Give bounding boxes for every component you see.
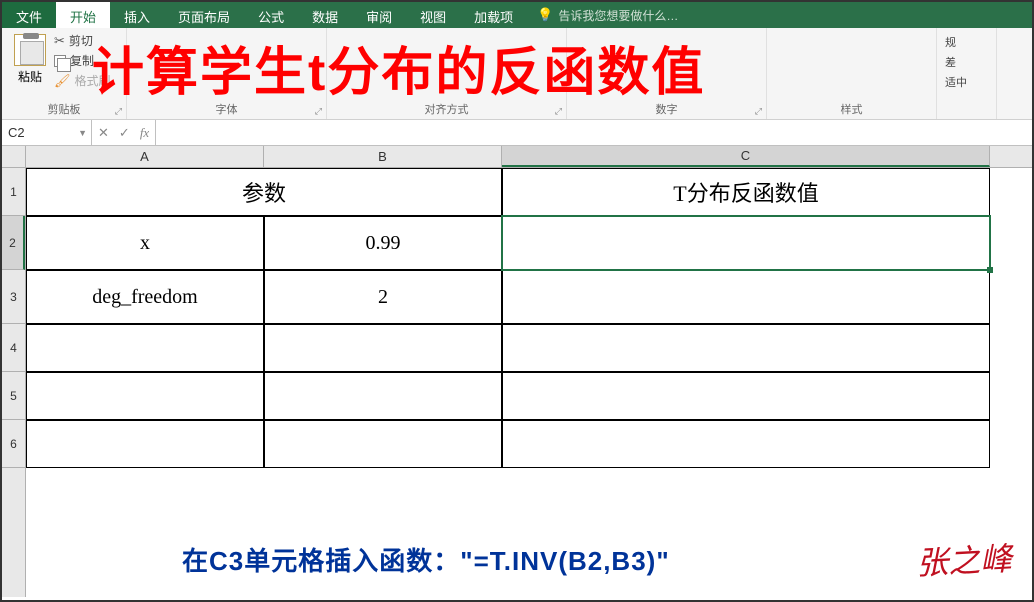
cell-A2[interactable]: x <box>26 216 264 270</box>
tab-review[interactable]: 审阅 <box>352 2 406 28</box>
copy-button[interactable]: 复制 <box>54 52 111 69</box>
tab-spacer <box>688 2 1032 28</box>
tab-view[interactable]: 视图 <box>406 2 460 28</box>
row-header-5[interactable]: 5 <box>2 372 25 420</box>
column-header-B[interactable]: B <box>264 146 502 167</box>
accept-formula-button[interactable]: ✓ <box>119 125 130 141</box>
paste-icon <box>14 34 46 66</box>
ribbon-group-clipboard: 粘贴 ✂ 剪切 复制 🖌 格式刷 剪贴板 ⤢ <box>2 28 127 119</box>
ribbon: 粘贴 ✂ 剪切 复制 🖌 格式刷 剪贴板 ⤢ 字体 ⤢ 对齐方式 ⤢ 数字 ⤢ <box>2 28 1032 120</box>
cell-A4[interactable] <box>26 324 264 372</box>
tab-insert[interactable]: 插入 <box>110 2 164 28</box>
spreadsheet-grid: 123456 ABC T分布反函数值x0.99deg_freedom2参数 <box>2 146 1032 597</box>
select-all-corner[interactable] <box>2 146 25 168</box>
row-header-1[interactable]: 1 <box>2 168 25 216</box>
cell-B4[interactable] <box>264 324 502 372</box>
tab-home[interactable]: 开始 <box>56 2 110 28</box>
chevron-down-icon: ▼ <box>78 128 87 138</box>
bulb-icon: 💡 <box>537 7 553 23</box>
cell-A5[interactable] <box>26 372 264 420</box>
font-group-label: 字体 <box>127 101 326 117</box>
extra-item-3[interactable]: 适中 <box>945 74 988 90</box>
cell-B5[interactable] <box>264 372 502 420</box>
ribbon-tabs: 文件 开始 插入 页面布局 公式 数据 审阅 视图 加载项 💡 告诉我您想要做什… <box>2 2 1032 28</box>
ribbon-group-number: 数字 ⤢ <box>567 28 767 119</box>
tab-addins[interactable]: 加载项 <box>460 2 527 28</box>
name-box[interactable]: C2 ▼ <box>2 120 92 145</box>
tab-formulas[interactable]: 公式 <box>244 2 298 28</box>
cell-C3[interactable] <box>502 270 990 324</box>
cell-A1[interactable]: 参数 <box>26 168 502 216</box>
row-header-2[interactable]: 2 <box>2 216 25 270</box>
scissors-icon: ✂ <box>54 33 65 49</box>
ribbon-group-extra: 规 差 适中 <box>937 28 997 119</box>
copy-icon <box>54 55 66 67</box>
number-group-label: 数字 <box>567 101 766 117</box>
cell-A6[interactable] <box>26 420 264 468</box>
column-header-C[interactable]: C <box>502 146 990 167</box>
fill-handle[interactable] <box>987 267 993 273</box>
tab-file[interactable]: 文件 <box>2 2 56 28</box>
formula-input[interactable] <box>156 120 1032 145</box>
cell-B2[interactable]: 0.99 <box>264 216 502 270</box>
tab-data[interactable]: 数据 <box>298 2 352 28</box>
tell-me-placeholder: 告诉我您想要做什么… <box>558 7 678 24</box>
cell-C6[interactable] <box>502 420 990 468</box>
clipboard-launcher[interactable]: ⤢ <box>115 106 122 117</box>
extra-item-1[interactable]: 规 <box>945 34 988 50</box>
font-launcher[interactable]: ⤢ <box>315 106 322 117</box>
alignment-group-label: 对齐方式 <box>327 101 566 117</box>
cell-A3[interactable]: deg_freedom <box>26 270 264 324</box>
row-header-3[interactable]: 3 <box>2 270 25 324</box>
ribbon-group-styles: 样式 <box>767 28 937 119</box>
cell-B3[interactable]: 2 <box>264 270 502 324</box>
ribbon-group-font: 字体 ⤢ <box>127 28 327 119</box>
brush-icon: 🖌 <box>54 73 71 89</box>
ribbon-group-alignment: 对齐方式 ⤢ <box>327 28 567 119</box>
cut-button[interactable]: ✂ 剪切 <box>54 32 111 49</box>
row-header-6[interactable]: 6 <box>2 420 25 468</box>
tell-me-search[interactable]: 💡 告诉我您想要做什么… <box>527 2 688 28</box>
cell-C1[interactable]: T分布反函数值 <box>502 168 990 216</box>
cancel-formula-button[interactable]: ✕ <box>98 125 109 141</box>
number-launcher[interactable]: ⤢ <box>755 106 762 117</box>
clipboard-group-label: 剪贴板 <box>2 101 126 117</box>
alignment-launcher[interactable]: ⤢ <box>555 106 562 117</box>
row-header-4[interactable]: 4 <box>2 324 25 372</box>
column-header-A[interactable]: A <box>26 146 264 167</box>
cell-B6[interactable] <box>264 420 502 468</box>
format-painter-button[interactable]: 🖌 格式刷 <box>54 72 111 89</box>
extra-item-2[interactable]: 差 <box>945 54 988 70</box>
tab-page-layout[interactable]: 页面布局 <box>164 2 244 28</box>
cell-C4[interactable] <box>502 324 990 372</box>
cell-C5[interactable] <box>502 372 990 420</box>
paste-button[interactable]: 粘贴 <box>10 32 50 85</box>
cell-C2[interactable] <box>502 216 990 270</box>
name-box-value: C2 <box>8 125 25 140</box>
formula-bar: C2 ▼ ✕ ✓ fx <box>2 120 1032 146</box>
insert-function-button[interactable]: fx <box>140 125 149 141</box>
styles-group-label: 样式 <box>767 101 936 117</box>
